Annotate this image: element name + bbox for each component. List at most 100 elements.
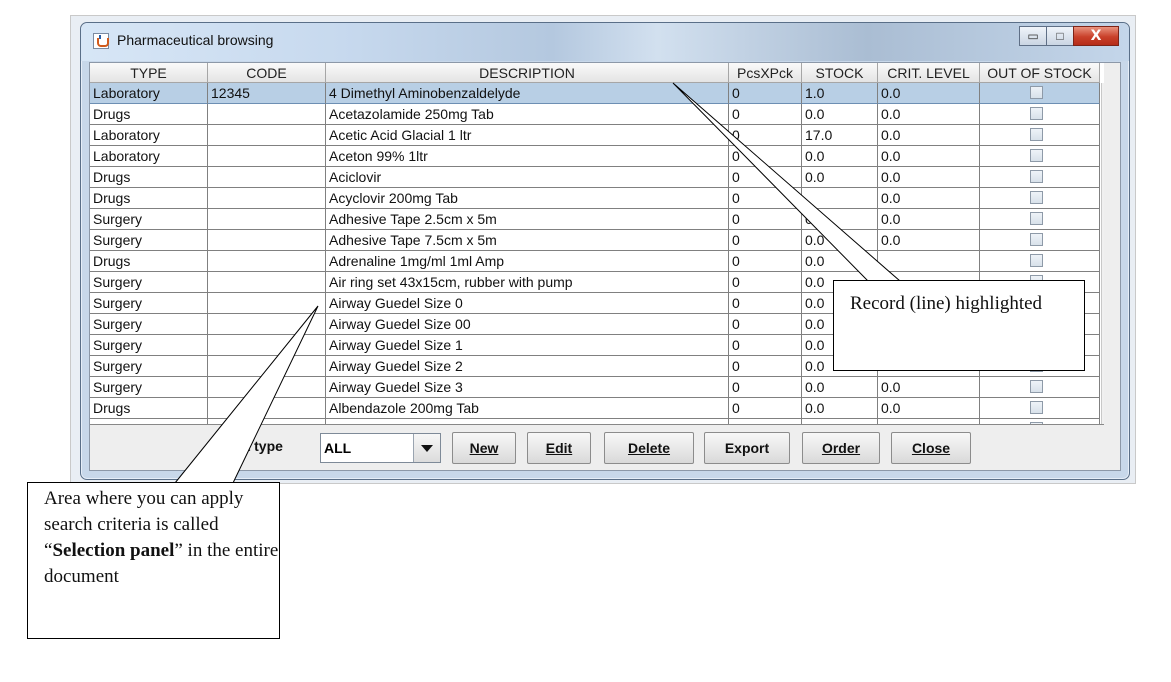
table-cell: Surgery bbox=[90, 314, 208, 335]
table-cell: 0.0 bbox=[802, 398, 878, 419]
column-header-description[interactable]: DESCRIPTION bbox=[326, 63, 729, 83]
table-cell: 0.0 bbox=[878, 146, 980, 167]
delete-button[interactable]: Delete bbox=[604, 432, 694, 464]
table-cell: 0 bbox=[729, 398, 802, 419]
out-of-stock-checkbox[interactable] bbox=[1030, 128, 1043, 141]
out-of-stock-checkbox[interactable] bbox=[1030, 86, 1043, 99]
table-cell: Acetic Acid Glacial 1 ltr bbox=[326, 125, 729, 146]
table-row[interactable]: Drugs Aciclovir 0 0.0 0.0 bbox=[90, 167, 1100, 188]
table-cell: Surgery bbox=[90, 356, 208, 377]
table-row[interactable]: Laboratory 12345 4 Dimethyl Aminobenzaldel… bbox=[90, 83, 1100, 104]
out-of-stock-checkbox[interactable] bbox=[1030, 191, 1043, 204]
export-button[interactable]: Export bbox=[704, 432, 790, 464]
table-cell: Surgery bbox=[90, 293, 208, 314]
table-row[interactable]: Drugs Acyclovir 200mg Tab 0 0.0 bbox=[90, 188, 1100, 209]
out-of-stock-checkbox[interactable] bbox=[1030, 212, 1043, 225]
table-cell: 0.0 bbox=[802, 104, 878, 125]
table-cell: 0.0 bbox=[878, 209, 980, 230]
table-cell: Albendazole 200mg Tab bbox=[326, 398, 729, 419]
column-header-code[interactable]: CODE bbox=[208, 63, 326, 83]
table-cell: 0.0 bbox=[802, 230, 878, 251]
table-cell: 0 bbox=[729, 104, 802, 125]
table-cell: Surgery bbox=[90, 377, 208, 398]
table-cell bbox=[208, 377, 326, 398]
table-cell: Drugs bbox=[90, 251, 208, 272]
table-cell: 4 Dimethyl Aminobenzaldelyde bbox=[326, 83, 729, 104]
table-cell: Airway Guedel Size 0 bbox=[326, 293, 729, 314]
column-header-stock[interactable]: STOCK bbox=[802, 63, 878, 83]
table-cell: 0.0 bbox=[878, 125, 980, 146]
table-cell: 0 bbox=[729, 377, 802, 398]
table-cell: 0.0 bbox=[802, 167, 878, 188]
table-cell: Surgery bbox=[90, 209, 208, 230]
table-header: TYPE CODE DESCRIPTION PcsXPck STOCK CRIT. LEV… bbox=[90, 63, 1100, 83]
table-cell: 0 bbox=[729, 167, 802, 188]
out-of-stock-checkbox[interactable] bbox=[1030, 380, 1043, 393]
column-header-type[interactable]: TYPE bbox=[90, 63, 208, 83]
client-area: TYPE CODE DESCRIPTION PcsXPck STOCK CRIT. LEV… bbox=[89, 62, 1121, 471]
table-cell: 1.0 bbox=[802, 83, 878, 104]
out-of-stock-checkbox[interactable] bbox=[1030, 170, 1043, 183]
close-icon: X bbox=[1090, 28, 1102, 44]
out-of-stock-checkbox[interactable] bbox=[1030, 254, 1043, 267]
table-cell: Adrenaline 1mg/ml 1ml Amp bbox=[326, 251, 729, 272]
table-cell: 0.0 bbox=[878, 230, 980, 251]
select-type-label: ect type bbox=[230, 438, 283, 454]
table-row[interactable]: Laboratory Acetic Acid Glacial 1 ltr 0 17.0… bbox=[90, 125, 1100, 146]
scroll-down-arrow-icon[interactable]: ▼ bbox=[1102, 406, 1104, 424]
table-cell: 0 bbox=[729, 314, 802, 335]
table-row[interactable]: Surgery Adhesive Tape 2.5cm x 5m 0 0 0.0 bbox=[90, 209, 1100, 230]
close-button[interactable]: Close bbox=[891, 432, 971, 464]
table-cell bbox=[208, 146, 326, 167]
out-of-stock-checkbox[interactable] bbox=[1030, 401, 1043, 414]
table-cell: 0 bbox=[729, 293, 802, 314]
java-app-icon bbox=[93, 33, 109, 49]
new-button[interactable]: New bbox=[452, 432, 516, 464]
out-of-stock-cell bbox=[980, 83, 1100, 104]
table-row[interactable]: Drugs Albendazole 200mg Tab 0 0.0 0.0 bbox=[90, 398, 1100, 419]
scroll-up-arrow-icon[interactable]: ▲ bbox=[1102, 83, 1104, 101]
table-cell: Drugs bbox=[90, 167, 208, 188]
out-of-stock-cell bbox=[980, 125, 1100, 146]
table-cell: 17.0 bbox=[802, 125, 878, 146]
vertical-scrollbar[interactable]: ▲ ▼ bbox=[1101, 83, 1104, 424]
edit-button[interactable]: Edit bbox=[527, 432, 591, 464]
table-cell bbox=[208, 188, 326, 209]
minimize-button[interactable]: ▭ bbox=[1019, 26, 1047, 46]
table-cell: 0 bbox=[729, 251, 802, 272]
close-window-button[interactable]: X bbox=[1073, 26, 1119, 46]
selection-panel-callout: Area where you can apply search criteria… bbox=[27, 482, 280, 639]
out-of-stock-cell bbox=[980, 167, 1100, 188]
table-cell bbox=[208, 125, 326, 146]
table-cell: Airway Guedel Size 1 bbox=[326, 335, 729, 356]
table-row[interactable]: Surgery Airway Guedel Size 3 0 0.0 0.0 bbox=[90, 377, 1100, 398]
table-row[interactable]: Surgery Adhesive Tape 7.5cm x 5m 0 0.0 0.0 bbox=[90, 230, 1100, 251]
table-cell: 0 bbox=[729, 230, 802, 251]
title-bar[interactable]: Pharmaceutical browsing ▭ □ X bbox=[81, 23, 1129, 61]
out-of-stock-checkbox[interactable] bbox=[1030, 149, 1043, 162]
table-cell: 0 bbox=[729, 188, 802, 209]
table-cell: 0 bbox=[729, 209, 802, 230]
table-cell bbox=[208, 251, 326, 272]
table-row[interactable]: Laboratory Aceton 99% 1ltr 0 0.0 0.0 bbox=[90, 146, 1100, 167]
column-header-pcsxpck[interactable]: PcsXPck bbox=[729, 63, 802, 83]
table-row[interactable]: Drugs Acetazolamide 250mg Tab 0 0.0 0.0 bbox=[90, 104, 1100, 125]
out-of-stock-cell bbox=[980, 398, 1100, 419]
column-header-out-of-stock[interactable]: OUT OF STOCK bbox=[980, 63, 1100, 83]
table-cell: Air ring set 43x15cm, rubber with pump bbox=[326, 272, 729, 293]
table-cell bbox=[208, 293, 326, 314]
type-combo[interactable]: ALL bbox=[320, 433, 441, 463]
table-cell bbox=[208, 314, 326, 335]
maximize-button[interactable]: □ bbox=[1046, 26, 1074, 46]
table-cell: Surgery bbox=[90, 335, 208, 356]
table-cell: Airway Guedel Size 3 bbox=[326, 377, 729, 398]
column-header-crit-level[interactable]: CRIT. LEVEL bbox=[878, 63, 980, 83]
table-row[interactable]: Drugs Adrenaline 1mg/ml 1ml Amp 0 0.0 bbox=[90, 251, 1100, 272]
dropdown-arrow-icon[interactable] bbox=[413, 434, 440, 462]
out-of-stock-checkbox[interactable] bbox=[1030, 107, 1043, 120]
table-cell bbox=[208, 104, 326, 125]
maximize-icon: □ bbox=[1056, 29, 1064, 43]
out-of-stock-checkbox[interactable] bbox=[1030, 233, 1043, 246]
table-cell bbox=[878, 251, 980, 272]
order-button[interactable]: Order bbox=[802, 432, 880, 464]
